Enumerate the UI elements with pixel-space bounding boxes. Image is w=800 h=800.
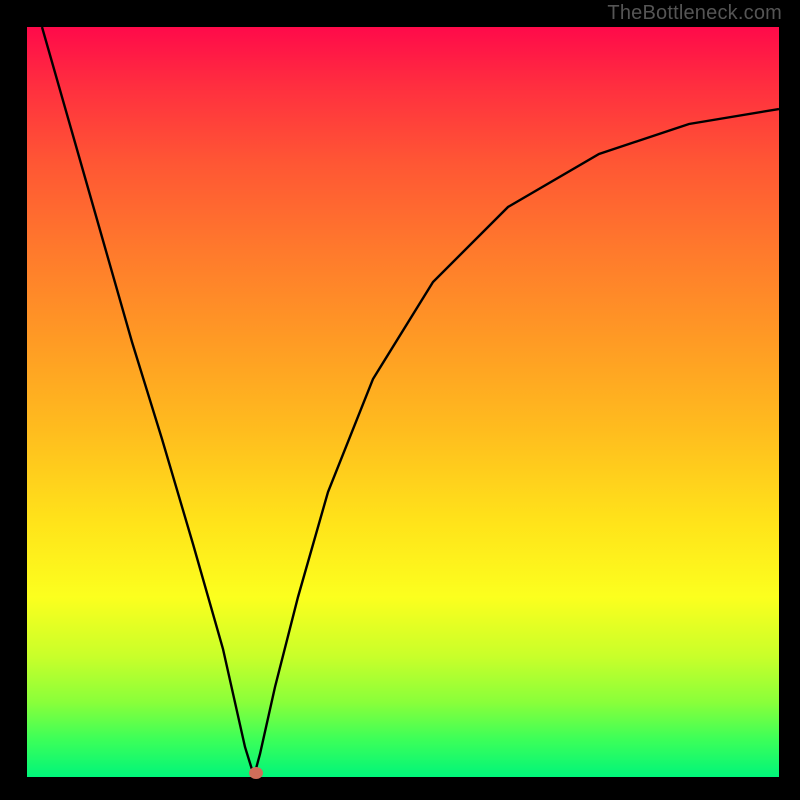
watermark-text: TheBottleneck.com (607, 2, 782, 25)
bottleneck-curve (42, 27, 779, 776)
chart-frame: TheBottleneck.com (0, 0, 800, 800)
curve-svg (27, 27, 779, 777)
plot-area (27, 27, 779, 777)
optimal-point-marker (249, 767, 263, 779)
